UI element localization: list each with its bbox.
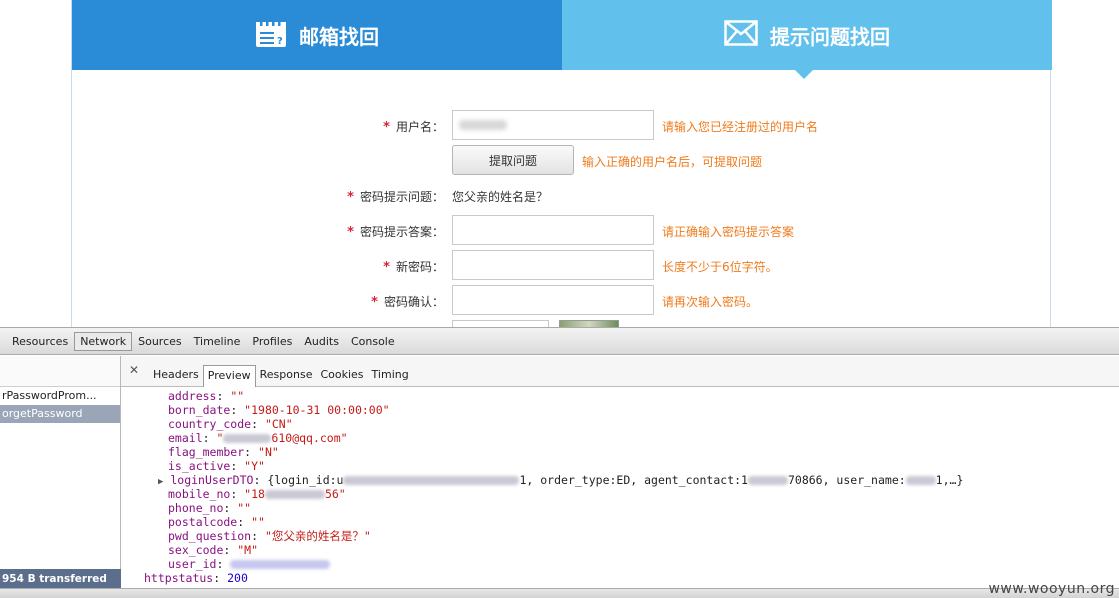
json-preview: address: "" born_date: "1980-10-31 00:00… xyxy=(121,387,1119,585)
network-request-list: rPasswordProm... orgetPassword 954 B tra… xyxy=(0,356,121,598)
json-country-code-value: "CN" xyxy=(264,417,293,431)
devtools-tab-network[interactable]: Network xyxy=(74,331,133,351)
json-line-expandable[interactable]: ▶ loginUserDTO: {login_id:u 1, order_type… xyxy=(158,473,1109,487)
answer-label: * 密码提示答案： xyxy=(244,223,444,240)
tab-question-retrieve[interactable]: 提示问题找回 xyxy=(562,0,1052,79)
json-login-mid2: 70866, user_name: xyxy=(787,473,906,487)
fetch-question-button[interactable]: 提取问题 xyxy=(452,145,574,175)
json-line: is_active: "Y" xyxy=(168,459,265,473)
question-value: 您父亲的姓名是？ xyxy=(452,190,549,204)
json-line: httpstatus: 200 xyxy=(144,571,248,585)
redacted-blur xyxy=(747,476,788,485)
json-line: user_id: xyxy=(168,557,1119,571)
json-line: mobile_no: "18 56" xyxy=(168,487,346,501)
subtab-response[interactable]: Response xyxy=(256,365,317,384)
json-address-value: "" xyxy=(230,389,245,403)
json-login-mid: 1, order_type:ED, agent_contact:1 xyxy=(519,473,748,487)
json-flag-member-value: "N" xyxy=(258,445,279,459)
username-label: * 用户名： xyxy=(244,118,444,135)
json-httpstatus-value: 200 xyxy=(227,571,248,585)
devtools-tab-sources[interactable]: Sources xyxy=(132,332,188,351)
new-password-input[interactable] xyxy=(452,250,654,280)
json-postalcode-value: "" xyxy=(251,515,265,529)
request-detail-tabs: ✕ Headers Preview Response Cookies Timin… xyxy=(121,356,1119,387)
confirm-password-label: * 密码确认： xyxy=(244,293,444,310)
request-item[interactable]: rPasswordProm... xyxy=(0,387,120,405)
json-line: country_code: "CN" xyxy=(168,417,293,431)
devtools-tab-console[interactable]: Console xyxy=(345,332,401,351)
subtab-cookies[interactable]: Cookies xyxy=(316,365,367,384)
confirm-password-hint: 请再次输入密码。 xyxy=(662,295,759,309)
disclosure-triangle-icon[interactable]: ▶ xyxy=(158,477,163,487)
request-detail-pane: ✕ Headers Preview Response Cookies Timin… xyxy=(121,356,1119,589)
answer-input[interactable] xyxy=(452,215,654,245)
retrieve-method-tabs: ? 邮箱找回 提示问题找回 xyxy=(72,0,1052,79)
json-phone-no-value: "" xyxy=(237,501,252,515)
devtools-tab-timeline[interactable]: Timeline xyxy=(188,332,247,351)
json-line: born_date: "1980-10-31 00:00:00" xyxy=(168,403,390,417)
json-born-date-value: "1980-10-31 00:00:00" xyxy=(244,403,390,417)
devtools-tab-audits[interactable]: Audits xyxy=(298,332,345,351)
envelope-icon xyxy=(724,19,758,51)
json-login-end: 1,…} xyxy=(935,473,964,487)
close-icon[interactable]: ✕ xyxy=(129,363,139,377)
devtools-status-bar xyxy=(0,588,1119,598)
svg-text:?: ? xyxy=(277,36,283,47)
watermark: www.wooyun.org xyxy=(988,581,1115,597)
devtools-panel: Resources Network Sources Timeline Profi… xyxy=(0,327,1119,598)
redacted-blur xyxy=(905,476,936,485)
json-line: flag_member: "N" xyxy=(168,445,279,459)
request-item-selected[interactable]: orgetPassword xyxy=(0,405,120,423)
json-line: postalcode: "" xyxy=(168,515,265,529)
tab-email-label: 邮箱找回 xyxy=(299,24,379,49)
request-list-header xyxy=(0,356,120,387)
calendar-question-icon: ? xyxy=(255,18,287,53)
json-line: phone_no: "" xyxy=(168,501,252,515)
question-label-text: 密码提示问题： xyxy=(359,190,444,204)
redacted-blur xyxy=(230,560,331,569)
json-sex-code-value: "M" xyxy=(237,543,259,557)
devtools-tab-profiles[interactable]: Profiles xyxy=(246,332,298,351)
json-login-prefix: {login_id:u xyxy=(267,473,344,487)
devtools-tab-resources[interactable]: Resources xyxy=(6,332,74,351)
subtab-preview[interactable]: Preview xyxy=(202,365,256,387)
confirm-password-input[interactable] xyxy=(452,285,654,315)
required-mark: * xyxy=(383,120,390,135)
json-line: email: " 610@qq.com" xyxy=(168,431,348,445)
json-line: address: "" xyxy=(168,389,245,403)
json-mobile-prefix: "18 xyxy=(244,487,265,501)
json-line: sex_code: "M" xyxy=(168,543,259,557)
required-mark: * xyxy=(347,190,354,205)
username-label-text: 用户名： xyxy=(395,120,444,134)
answer-hint: 请正确输入密码提示答案 xyxy=(662,225,795,239)
redacted-blur xyxy=(223,434,272,443)
required-mark: * xyxy=(383,260,390,275)
json-line: pwd_question: "您父亲的姓名是？" xyxy=(168,529,371,543)
new-password-label: * 新密码： xyxy=(244,258,444,275)
redacted-blur xyxy=(264,490,325,499)
json-email-value: 610@qq.com" xyxy=(271,431,348,445)
redacted-blur xyxy=(343,476,520,485)
transferred-summary: 954 B transferred xyxy=(0,569,121,589)
confirm-password-label-text: 密码确认： xyxy=(383,295,444,309)
new-password-label-text: 新密码： xyxy=(395,260,444,274)
fetch-question-hint: 输入正确的用户名后，可提取问题 xyxy=(582,155,763,169)
tab-email-retrieve[interactable]: ? 邮箱找回 xyxy=(72,0,562,70)
subtab-timing[interactable]: Timing xyxy=(368,365,413,384)
json-pwd-question-value: "您父亲的姓名是？" xyxy=(264,529,371,543)
username-hint: 请输入您已经注册过的用户名 xyxy=(662,120,819,134)
tab-question-label: 提示问题找回 xyxy=(770,24,890,49)
question-label: * 密码提示问题： xyxy=(244,188,444,205)
json-is-active-value: "Y" xyxy=(244,459,265,473)
required-mark: * xyxy=(371,295,378,310)
new-password-hint: 长度不少于6位字符。 xyxy=(662,260,778,274)
json-mobile-suffix: 56" xyxy=(324,487,346,501)
username-value-redacted xyxy=(459,120,507,130)
username-input[interactable] xyxy=(452,110,654,140)
subtab-headers[interactable]: Headers xyxy=(149,365,203,384)
devtools-toolbar: Resources Network Sources Timeline Profi… xyxy=(0,328,1119,355)
answer-label-text: 密码提示答案： xyxy=(359,225,444,239)
required-mark: * xyxy=(347,225,354,240)
